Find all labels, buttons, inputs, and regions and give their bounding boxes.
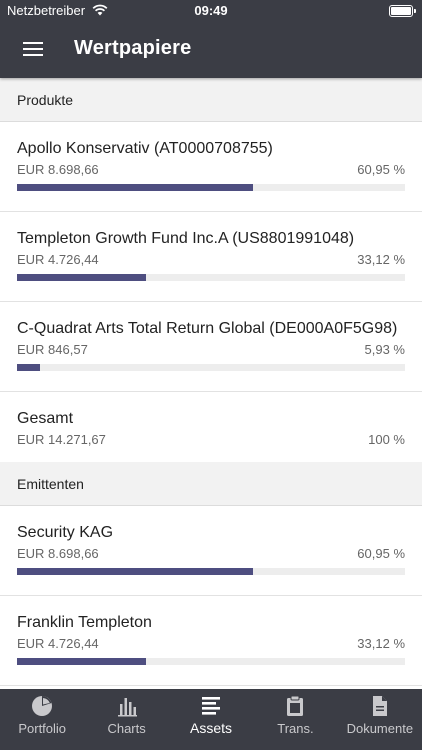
item-amount: EUR 4.726,44: [17, 636, 99, 651]
item-name: Templeton Growth Fund Inc.A (US880199104…: [17, 230, 355, 247]
share-bar: [17, 184, 405, 191]
tab-portfolio[interactable]: Portfolio: [0, 689, 84, 750]
pie-chart-icon: [32, 696, 53, 716]
tab-label: Charts: [107, 721, 146, 736]
item-amount: EUR 8.698,66: [17, 546, 99, 561]
list-item[interactable]: Apollo Konservativ (AT0000708755) EUR 8.…: [0, 122, 422, 212]
share-bar: [17, 568, 405, 575]
list-item[interactable]: Franklin Templeton EUR 4.726,44 33,12 %: [0, 596, 422, 686]
battery-icon: [389, 5, 416, 17]
item-name: Security KAG: [17, 524, 114, 541]
share-bar-fill: [17, 568, 254, 575]
status-bar: Netzbetreiber 09:49: [0, 0, 422, 22]
document-icon: [372, 696, 387, 716]
share-bar-fill: [17, 364, 40, 371]
item-amount: EUR 8.698,66: [17, 162, 99, 177]
section-header-emittenten: Emittenten: [0, 462, 422, 506]
item-percent: 60,95 %: [357, 546, 405, 561]
page-title: Wertpapiere: [74, 37, 192, 59]
tab-dokumente[interactable]: Dokumente: [338, 689, 422, 750]
app-header: Netzbetreiber 09:49 Wertpapiere: [0, 0, 422, 78]
item-amount: EUR 846,57: [17, 342, 88, 357]
item-name: C-Quadrat Arts Total Return Global (DE00…: [17, 320, 398, 337]
list-item[interactable]: Templeton Growth Fund Inc.A (US880199104…: [0, 212, 422, 302]
clipboard-icon: [287, 695, 304, 716]
item-name: Franklin Templeton: [17, 614, 152, 631]
tab-label: Portfolio: [18, 721, 67, 736]
total-percent: 100 %: [368, 432, 405, 447]
tab-label: Assets: [190, 720, 233, 736]
share-bar-fill: [17, 274, 146, 281]
share-bar: [17, 364, 405, 371]
list-item[interactable]: Security KAG EUR 8.698,66 60,95 %: [0, 506, 422, 596]
tab-label: Dokumente: [346, 721, 414, 736]
share-bar-fill: [17, 184, 254, 191]
list-icon: [202, 697, 221, 715]
share-bar-fill: [17, 658, 146, 665]
item-name: Apollo Konservativ (AT0000708755): [17, 140, 273, 157]
hamburger-menu-icon[interactable]: [23, 41, 43, 57]
status-time: 09:49: [194, 3, 228, 18]
total-amount: EUR 14.271,67: [17, 432, 106, 447]
section-header-produkte: Produkte: [0, 78, 422, 122]
tab-assets[interactable]: Assets: [169, 689, 253, 750]
list-item[interactable]: C-Quadrat Arts Total Return Global (DE00…: [0, 302, 422, 392]
tab-label: Trans.: [277, 721, 314, 736]
item-percent: 33,12 %: [357, 252, 405, 267]
tab-bar: Portfolio Charts Assets Trans. Dokumente: [0, 689, 422, 750]
total-label: Gesamt: [17, 410, 74, 427]
bar-chart-icon: [117, 698, 137, 717]
item-percent: 5,93 %: [364, 342, 405, 357]
item-amount: EUR 4.726,44: [17, 252, 99, 267]
tab-trans[interactable]: Trans.: [253, 689, 337, 750]
total-row: Gesamt EUR 14.271,67 100 %: [0, 392, 422, 462]
share-bar: [17, 274, 405, 281]
assets-list[interactable]: Produkte Apollo Konservativ (AT000070875…: [0, 78, 422, 689]
item-percent: 33,12 %: [357, 636, 405, 651]
share-bar: [17, 658, 405, 665]
tab-charts[interactable]: Charts: [84, 689, 168, 750]
item-percent: 60,95 %: [357, 162, 405, 177]
